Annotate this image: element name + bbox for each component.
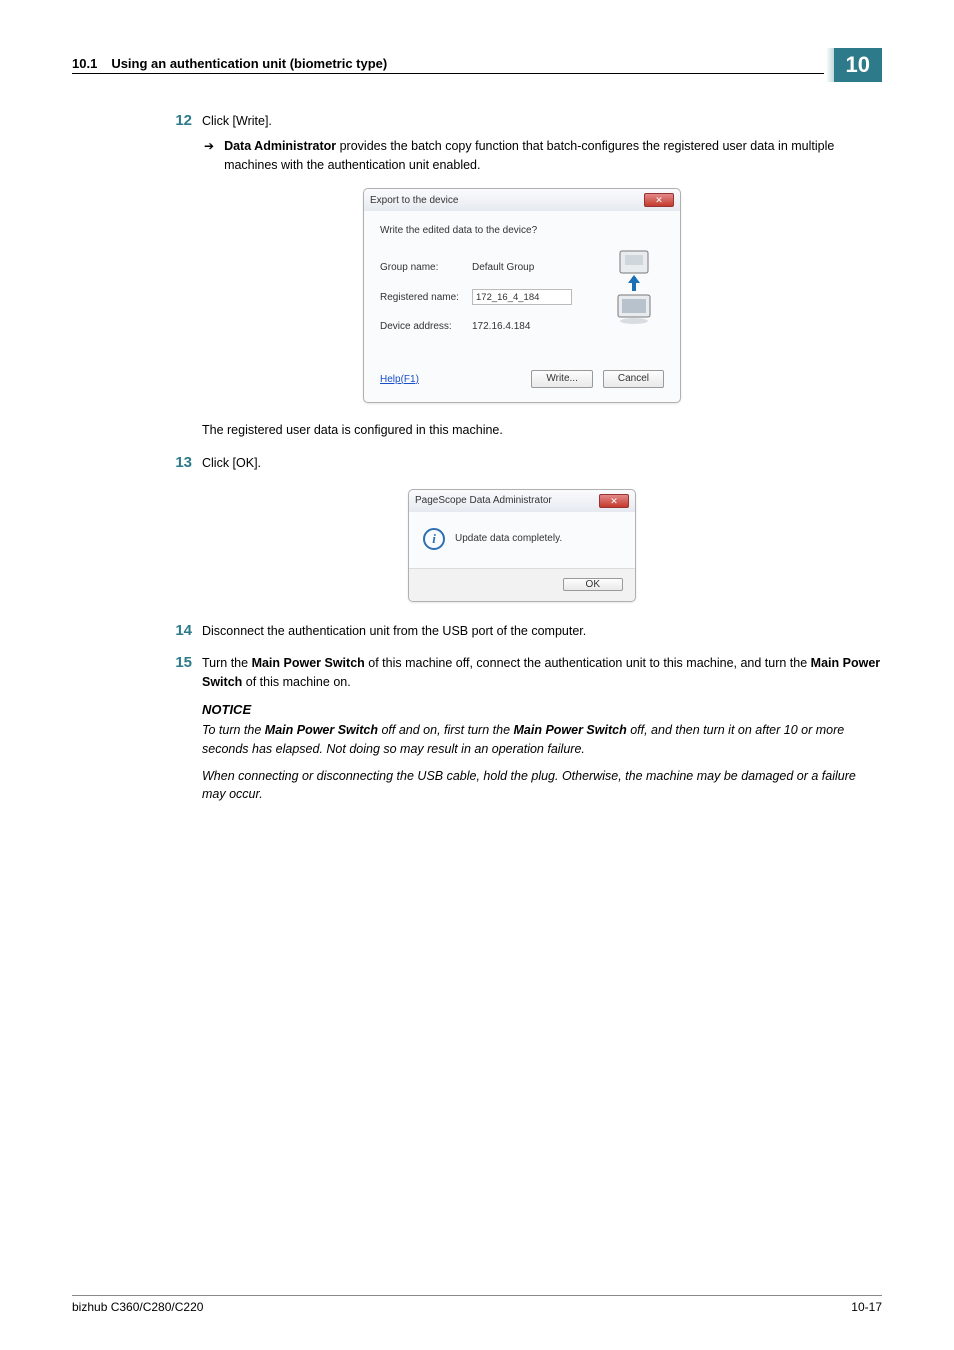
- step-12-subtext: Data Administrator provides the batch co…: [224, 137, 882, 175]
- notice-title: NOTICE: [202, 700, 882, 720]
- cancel-button[interactable]: Cancel: [603, 370, 664, 388]
- step-12-result: The registered user data is configured i…: [202, 421, 882, 440]
- step-number-13: 13: [162, 452, 192, 475]
- dialog2-message: Update data completely.: [455, 531, 562, 546]
- help-link[interactable]: Help(F1): [380, 372, 419, 387]
- step-number-15: 15: [162, 652, 192, 692]
- arrow-icon: ➔: [204, 137, 214, 175]
- footer-page: 10-17: [851, 1300, 882, 1314]
- group-name-label: Group name:: [380, 260, 472, 275]
- step-12-text: Click [Write].: [202, 112, 882, 131]
- step-number-14: 14: [162, 620, 192, 643]
- group-name-value: Default Group: [472, 260, 534, 275]
- info-icon: i: [423, 528, 445, 550]
- notice-text-2: When connecting or disconnecting the USB…: [202, 767, 882, 805]
- step-number-12: 12: [162, 110, 192, 174]
- step-15-text: Turn the Main Power Switch of this machi…: [202, 652, 882, 692]
- dialog1-title: Export to the device: [370, 193, 458, 208]
- device-address-value: 172.16.4.184: [472, 319, 530, 334]
- chapter-badge: 10: [834, 48, 882, 82]
- step-14-text: Disconnect the authentication unit from …: [202, 620, 882, 643]
- section-title: Using an authentication unit (biometric …: [111, 56, 387, 71]
- update-complete-dialog: PageScope Data Administrator ✕ i Update …: [408, 489, 636, 602]
- step-13-text: Click [OK].: [202, 452, 882, 475]
- device-transfer-icon: [610, 247, 658, 330]
- device-address-label: Device address:: [380, 319, 472, 334]
- close-icon[interactable]: ✕: [644, 193, 674, 207]
- registered-name-value: 172_16_4_184: [472, 289, 572, 305]
- export-dialog: Export to the device ✕ Write the edited …: [363, 188, 681, 403]
- registered-name-label: Registered name:: [380, 290, 472, 305]
- footer-product: bizhub C360/C280/C220: [72, 1300, 203, 1314]
- write-button[interactable]: Write...: [531, 370, 592, 388]
- close-icon[interactable]: ✕: [599, 494, 629, 508]
- ok-button[interactable]: OK: [563, 578, 623, 591]
- dialog2-title: PageScope Data Administrator: [415, 493, 552, 508]
- dialog1-question: Write the edited data to the device?: [380, 223, 664, 238]
- notice-text-1: To turn the Main Power Switch off and on…: [202, 721, 882, 759]
- section-number: 10.1: [72, 56, 97, 71]
